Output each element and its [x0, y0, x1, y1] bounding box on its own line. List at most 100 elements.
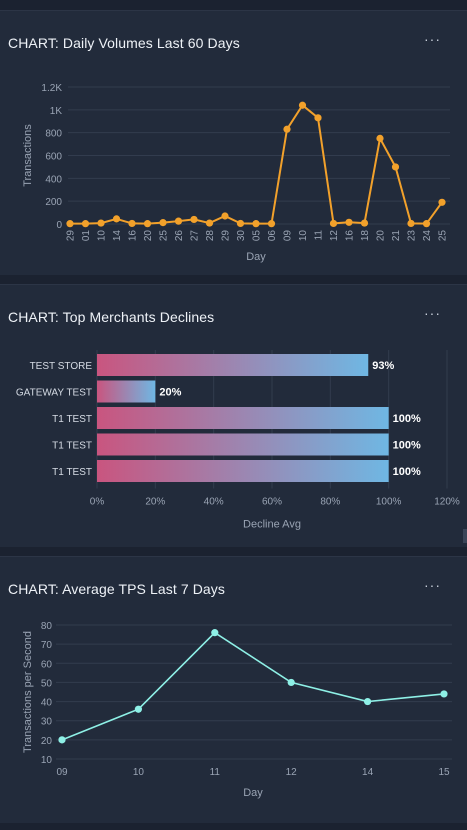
panel-title: CHART: Daily Volumes Last 60 Days: [8, 35, 240, 51]
x-tick-label: 0%: [90, 497, 105, 508]
data-point: [252, 220, 260, 228]
bar: [97, 407, 389, 429]
category-label: T1 TEST: [52, 414, 92, 425]
data-point: [134, 705, 142, 713]
x-tick-label: 16: [345, 230, 356, 242]
daily-volumes-chart: 0 200 400 600 800 1K 1.2K 29 01 10 14 16 20 25 26 27 28 2…: [22, 83, 450, 263]
x-tick-label: 14: [112, 230, 123, 242]
y-tick-label: 30: [41, 717, 53, 728]
x-axis-title: Day: [246, 251, 266, 263]
x-tick-label: 20%: [145, 497, 165, 508]
panel-title: CHART: Average TPS Last 7 Days: [8, 581, 225, 597]
x-tick-label: 11: [314, 230, 325, 241]
y-axis-title: Transactions: [22, 124, 34, 187]
x-tick-label: 100%: [376, 497, 402, 508]
y-tick-label: 40: [41, 698, 53, 709]
x-tick-label: 20: [376, 230, 387, 242]
x-tick-label: 10: [97, 230, 108, 242]
x-tick-label: 20: [143, 230, 154, 242]
category-label: T1 TEST: [52, 441, 92, 452]
value-label: 93%: [372, 360, 394, 372]
value-label: 100%: [393, 413, 421, 425]
data-point: [364, 697, 372, 706]
data-point: [159, 219, 167, 227]
data-point: [422, 220, 431, 228]
data-point: [391, 163, 400, 171]
x-tick-label: 120%: [434, 497, 460, 508]
data-point: [58, 736, 66, 744]
data-point: [329, 219, 338, 228]
bar: [97, 380, 156, 403]
scroll-edge-marker: [463, 529, 467, 543]
chart-panel-merchant-declines: CHART: Top Merchants Declines ··· 0% 20% 4…: [0, 284, 467, 547]
data-point: [360, 219, 369, 227]
x-tick-label: 26: [174, 230, 185, 242]
bar: [97, 433, 389, 456]
data-point: [174, 217, 183, 225]
x-tick-label: 21: [391, 230, 402, 242]
x-tick-label: 14: [362, 767, 374, 778]
data-point: [97, 219, 105, 227]
data-point: [407, 219, 415, 228]
value-label: 20%: [159, 387, 181, 399]
average-tps-chart: 102030405060708009 10 11 12 14 15DayTransacti…: [22, 621, 452, 799]
y-tick-label: 400: [45, 174, 62, 185]
data-point: [211, 629, 219, 637]
bar: [97, 460, 389, 482]
data-point: [440, 690, 448, 698]
more-horizontal-icon[interactable]: ···: [424, 305, 441, 321]
x-tick-label: 29: [66, 230, 77, 242]
x-tick-label: 09: [56, 767, 68, 778]
data-point: [190, 215, 198, 224]
more-horizontal-icon[interactable]: ···: [424, 577, 441, 593]
data-point: [112, 215, 121, 223]
x-tick-label: 27: [190, 230, 201, 242]
data-point: [283, 125, 291, 133]
data-point: [287, 678, 295, 687]
data-point: [345, 218, 353, 226]
y-tick-label: 600: [45, 152, 62, 163]
data-point: [267, 220, 276, 228]
y-tick-label: 1.2K: [41, 83, 62, 94]
x-tick-label: 05: [252, 230, 263, 242]
value-label: 100%: [393, 440, 421, 452]
x-tick-label: 06: [267, 230, 278, 242]
x-tick-label: 12: [329, 230, 340, 242]
x-tick-label: 29: [221, 230, 232, 242]
category-label: TEST STORE: [30, 361, 93, 372]
x-tick-label: 23: [407, 230, 418, 242]
y-tick-label: 1K: [50, 106, 63, 117]
series-line: [70, 103, 443, 225]
x-tick-label: 30: [236, 230, 247, 242]
x-tick-label: 28: [205, 230, 216, 242]
chart-panel-daily-volumes: CHART: Daily Volumes Last 60 Days ··· 02…: [0, 10, 467, 275]
x-tick-label: 80%: [320, 497, 340, 508]
x-tick-label: 18: [360, 230, 371, 242]
panel-title: CHART: Top Merchants Declines: [8, 309, 215, 325]
x-axis-title: Decline Avg: [243, 519, 301, 531]
x-tick-label: 16: [128, 230, 139, 242]
y-tick-label: 60: [41, 659, 53, 670]
y-tick-label: 20: [41, 736, 53, 747]
x-tick-label: 10: [298, 230, 309, 242]
y-tick-label: 0: [56, 220, 62, 231]
x-tick-label: 12: [286, 767, 298, 778]
data-point: [298, 101, 307, 109]
category-label: T1 TEST: [52, 467, 92, 478]
data-point: [314, 114, 322, 122]
x-tick-label: 09: [283, 230, 294, 242]
data-point: [143, 220, 152, 228]
x-axis-title: Day: [243, 787, 263, 799]
y-tick-label: 70: [41, 640, 53, 651]
value-label: 100%: [393, 466, 421, 478]
data-point: [236, 219, 245, 228]
y-tick-label: 50: [41, 678, 53, 689]
more-horizontal-icon[interactable]: ···: [424, 31, 441, 47]
y-tick-label: 200: [45, 197, 62, 208]
y-tick-label: 80: [41, 621, 53, 632]
x-tick-label: 24: [422, 230, 433, 242]
data-point: [81, 220, 90, 228]
x-tick-label: 01: [81, 230, 92, 242]
data-point: [376, 134, 384, 142]
x-tick-label: 25: [438, 230, 449, 242]
